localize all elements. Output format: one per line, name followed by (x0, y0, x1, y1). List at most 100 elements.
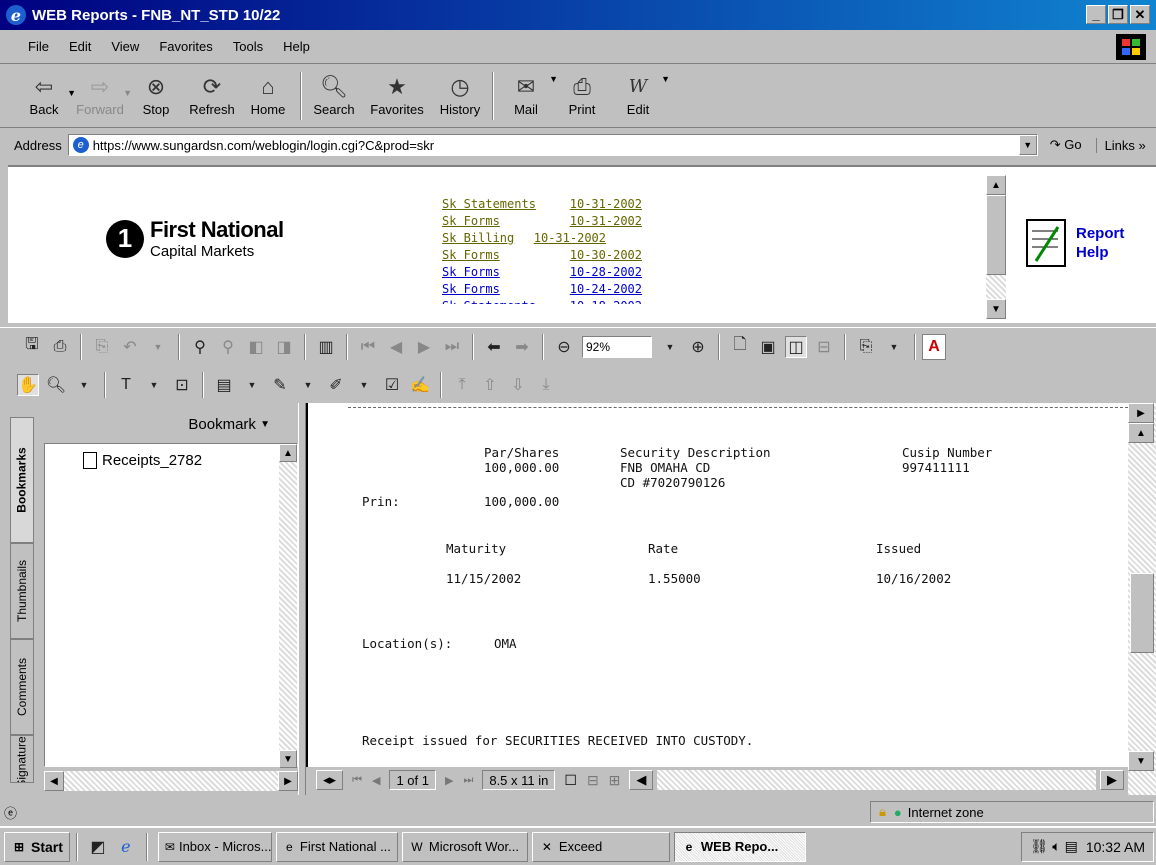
report-link[interactable]: Sk Statements 10-31-2002 (442, 196, 642, 213)
scroll-up-icon[interactable]: ▲ (279, 444, 297, 462)
adobe-logo-icon[interactable]: A (922, 333, 946, 360)
edit-dropdown-icon[interactable]: ▼ (661, 74, 670, 84)
bookmark-hscrollbar[interactable]: ◀ ▶ (44, 771, 298, 791)
facing-icon[interactable]: ⊞ (609, 772, 621, 789)
scroll-down-icon[interactable]: ▼ (279, 750, 297, 768)
reflow-icon[interactable]: ⊟ (813, 336, 835, 358)
undo-dropdown-icon[interactable]: ▼ (147, 336, 169, 358)
banner-scrollbar[interactable]: ▲ ▼ (986, 175, 1006, 319)
links-button[interactable]: Links » (1095, 137, 1146, 153)
find-icon[interactable]: ⚲ (189, 336, 211, 358)
rotate-dropdown-icon[interactable]: ▼ (883, 336, 905, 358)
spellcheck-icon[interactable]: ☑ (381, 374, 403, 396)
save-icon[interactable]: 🖫 (21, 336, 43, 358)
highlight-dropdown-icon[interactable]: ▼ (353, 374, 375, 396)
tab-thumbnails[interactable]: Thumbnails (10, 543, 34, 639)
scroll-up-icon[interactable]: ▶ (1128, 403, 1154, 423)
search-button[interactable]: 🔍︎ Search (306, 66, 362, 117)
bookmark-scrollbar[interactable]: ▲ ▼ (279, 444, 297, 768)
text-select-dropdown-icon[interactable]: ▼ (143, 374, 165, 396)
print-button[interactable]: ⎙ Print (554, 66, 610, 117)
edit-button[interactable]: W Edit ▼ (610, 66, 670, 117)
task-first-national[interactable]: e First National ... (275, 831, 398, 862)
bookmark-menu-button[interactable]: Bookmark ▼ (36, 409, 298, 439)
go-forward-icon[interactable]: ➡ (511, 336, 533, 358)
highlight-tool-icon[interactable]: ✐ (325, 374, 347, 396)
graphics-select-icon[interactable]: ⊡ (171, 374, 193, 396)
report-link[interactable]: Sk Forms 10-24-2002 (442, 281, 642, 298)
rotate-icon[interactable]: ⎘ (855, 336, 877, 358)
menu-favorites[interactable]: Favorites (149, 39, 222, 54)
close-button[interactable]: ✕ (1130, 5, 1150, 24)
history-button[interactable]: ◷ History (432, 66, 488, 117)
go-back-icon[interactable]: ⬅ (483, 336, 505, 358)
next-page-2-icon[interactable]: ⇩ (507, 374, 529, 396)
pencil-dropdown-icon[interactable]: ▼ (297, 374, 319, 396)
ie-launch-icon[interactable]: e (115, 836, 137, 858)
prev-highlight-icon[interactable]: ◧ (245, 336, 267, 358)
menu-tools[interactable]: Tools (223, 39, 273, 54)
next-highlight-icon[interactable]: ◨ (273, 336, 295, 358)
last-page-icon[interactable]: ⏭ (463, 774, 473, 787)
stop-button[interactable]: ⊗ Stop (128, 66, 184, 117)
next-page-icon[interactable]: ▶ (445, 774, 453, 787)
scroll-left-icon[interactable]: ◀ (44, 771, 64, 791)
pane-splitter[interactable] (298, 403, 306, 795)
bookmark-item[interactable]: Receipts_2782 (83, 452, 202, 469)
prev-page-2-icon[interactable]: ⇧ (479, 374, 501, 396)
horizontal-scrollbar[interactable] (657, 770, 1096, 790)
scroll-up-icon[interactable]: ▲ (1128, 423, 1154, 443)
task-word[interactable]: W Microsoft Wor... (401, 831, 528, 862)
note-tool-icon[interactable]: ▤ (213, 374, 235, 396)
tab-signatures[interactable]: Signatures (10, 735, 34, 783)
volume-icon[interactable]: 🔈︎ (1052, 838, 1060, 855)
scroll-left-icon[interactable]: ◀ (629, 770, 654, 790)
zoom-tool-icon[interactable]: 🔍︎ (45, 374, 67, 396)
pencil-tool-icon[interactable]: ✎ (269, 374, 291, 396)
home-button[interactable]: ⌂ Home (240, 66, 296, 117)
zoom-dropdown-icon[interactable]: ▼ (659, 336, 681, 358)
refresh-button[interactable]: ⟳ Refresh (184, 66, 240, 117)
back-button[interactable]: ⇦ Back ▼ (16, 66, 76, 117)
forward-button[interactable]: ⇨ Forward ▼ (72, 66, 132, 117)
tab-comments[interactable]: Comments (10, 639, 34, 735)
scroll-down-icon[interactable]: ▼ (1128, 751, 1154, 771)
report-link[interactable]: Sk Statements10-18-2002 (442, 298, 642, 304)
scheduler-icon[interactable]: ▤ (1065, 838, 1078, 855)
zoom-input[interactable]: 92% (582, 335, 652, 358)
menu-edit[interactable]: Edit (59, 39, 101, 54)
scroll-thumb[interactable] (1130, 573, 1154, 653)
report-link[interactable]: Sk Billing 10-31-2002 (442, 230, 642, 247)
actual-size-icon[interactable]: 🗋 (729, 336, 751, 358)
network-icon[interactable]: ⛓ (1030, 838, 1048, 855)
task-inbox[interactable]: ✉ Inbox - Micros... (157, 831, 272, 862)
last-page-2-icon[interactable]: ⤓ (535, 374, 557, 396)
page-number-box[interactable]: 1 of 1 (389, 770, 436, 790)
scroll-right-icon[interactable]: ▶ (278, 771, 298, 791)
report-link[interactable]: Sk Forms 10-30-2002 (442, 247, 642, 264)
minimize-button[interactable]: _ (1086, 5, 1106, 24)
first-page-icon[interactable]: ⏮ (357, 336, 379, 358)
sign-icon[interactable]: ✍ (409, 374, 431, 396)
address-input[interactable]: e https://www.sungardsn.com/weblogin/log… (67, 134, 1038, 156)
zoom-out-icon[interactable]: ⊖ (553, 336, 575, 358)
document-scrollbar[interactable]: ▶ ▲ ▼ (1128, 403, 1156, 795)
task-exceed[interactable]: ✕ Exceed (531, 831, 670, 862)
mail-button[interactable]: ✉ Mail ▼ (498, 66, 558, 117)
start-button[interactable]: ⊞ Start (4, 831, 70, 862)
copy-icon[interactable]: ⎘ (91, 336, 113, 358)
tab-bookmarks[interactable]: Bookmarks (10, 417, 34, 543)
undo-icon[interactable]: ↶ (119, 336, 141, 358)
scroll-right-icon[interactable]: ▶ (1100, 770, 1124, 790)
last-page-icon[interactable]: ⏭ (441, 336, 463, 358)
go-button[interactable]: ↷ Go (1050, 137, 1082, 153)
report-link[interactable]: Sk Forms 10-31-2002 (442, 213, 642, 230)
address-dropdown-icon[interactable]: ▼ (1018, 135, 1037, 155)
print-icon[interactable]: ⎙ (49, 336, 71, 358)
clock[interactable]: 10:32 AM (1086, 839, 1145, 855)
show-navigation-pane-icon[interactable]: ▥ (315, 336, 337, 358)
report-link[interactable]: Sk Forms 10-28-2002 (442, 264, 642, 281)
favorites-button[interactable]: ★ Favorites (362, 66, 432, 117)
fit-width-icon[interactable]: ◫ (785, 335, 807, 358)
fit-page-icon[interactable]: ▣ (757, 336, 779, 358)
